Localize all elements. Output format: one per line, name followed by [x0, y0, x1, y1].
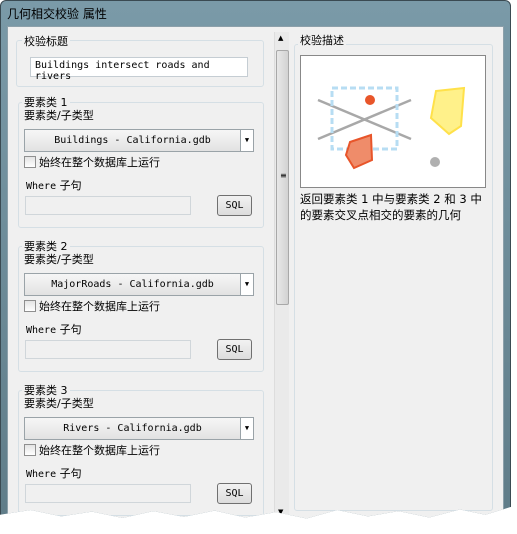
left-pane-scrollbar[interactable]: ▲ ≡ ▼ [274, 32, 289, 517]
scrollbar-thumb[interactable]: ≡ [276, 50, 289, 305]
description-text: 返回要素类 1 中与要素类 2 和 3 中的要素交叉点相交的要素的几何 [300, 192, 482, 222]
where-clause-input[interactable] [25, 196, 191, 215]
properties-dialog: 几何相交校验 属性 校验标题 Buildings intersect roads… [0, 0, 511, 519]
checkbox-box[interactable] [24, 444, 36, 456]
run-entire-db-checkbox[interactable]: 始终在整个数据库上运行 [24, 154, 160, 170]
selected-value: Buildings - California.gdb [54, 135, 211, 146]
check-title-label: 校验标题 [22, 33, 70, 49]
sql-button[interactable]: SQL [217, 483, 252, 504]
selected-value: Rivers - California.gdb [63, 423, 202, 434]
feature-class-select[interactable]: Buildings - California.gdb ▼ [24, 129, 254, 152]
intersect-illustration [317, 86, 466, 170]
sql-button[interactable]: SQL [217, 339, 252, 360]
description-image [300, 55, 486, 188]
feature-class-select[interactable]: MajorRoads - California.gdb ▼ [24, 273, 254, 296]
dialog-client: 校验标题 Buildings intersect roads and river… [7, 26, 504, 519]
checkbox-label: 始终在整个数据库上运行 [39, 444, 160, 457]
checkbox-label: 始终在整个数据库上运行 [39, 156, 160, 169]
subtype-label: 要素类/子类型 [24, 253, 94, 266]
sql-button[interactable]: SQL [217, 195, 252, 216]
chevron-down-icon[interactable]: ▼ [240, 130, 253, 151]
where-clause-input[interactable] [25, 484, 191, 503]
where-clause-label: Where 子句 [26, 323, 82, 336]
where-clause-label: Where 子句 [26, 467, 82, 480]
selected-value: MajorRoads - California.gdb [51, 279, 214, 290]
scroll-down-icon[interactable]: ▼ [278, 508, 283, 516]
subtype-label: 要素类/子类型 [24, 109, 94, 122]
run-entire-db-checkbox[interactable]: 始终在整个数据库上运行 [24, 442, 160, 458]
where-clause-label: Where 子句 [26, 179, 82, 192]
feature-class-select[interactable]: Rivers - California.gdb ▼ [24, 417, 254, 440]
scroll-up-icon[interactable]: ▲ [278, 34, 283, 42]
subtype-label: 要素类/子类型 [24, 397, 94, 410]
chevron-down-icon[interactable]: ▼ [240, 274, 253, 295]
checkbox-box[interactable] [24, 300, 36, 312]
window-title: 几何相交校验 属性 [7, 7, 107, 21]
where-clause-input[interactable] [25, 340, 191, 359]
checkbox-box[interactable] [24, 156, 36, 168]
check-title-input[interactable]: Buildings intersect roads and rivers [30, 57, 248, 82]
description-label: 校验描述 [298, 32, 346, 48]
checkbox-label: 始终在整个数据库上运行 [39, 300, 160, 313]
run-entire-db-checkbox[interactable]: 始终在整个数据库上运行 [24, 298, 160, 314]
chevron-down-icon[interactable]: ▼ [240, 418, 253, 439]
